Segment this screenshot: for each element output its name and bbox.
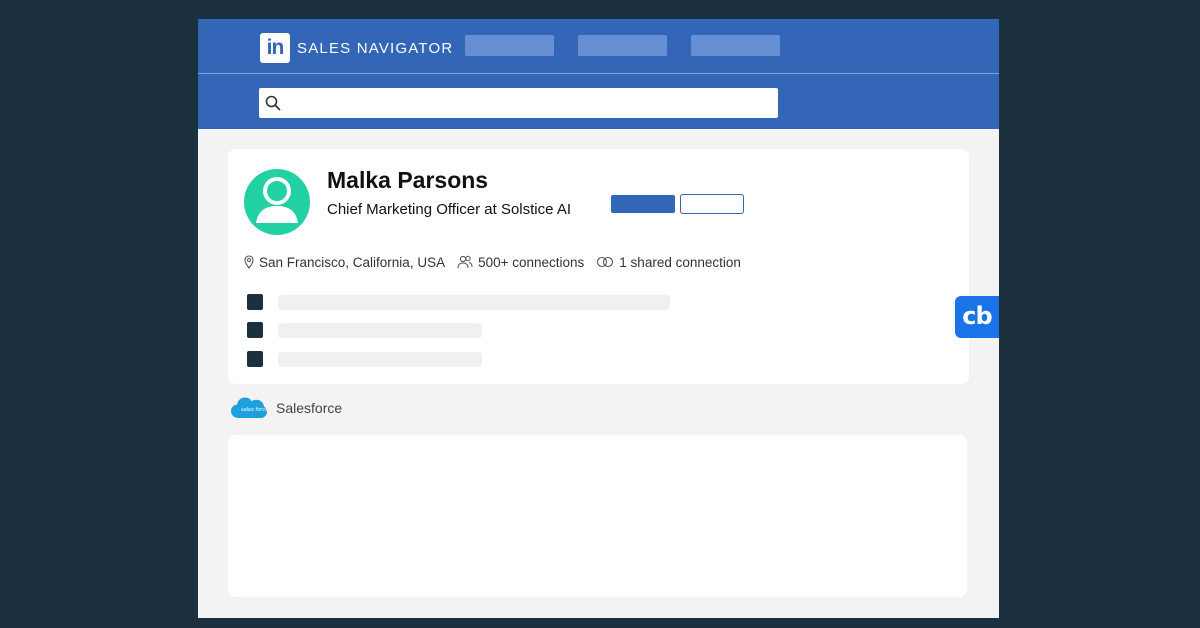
profile-name: Malka Parsons — [327, 167, 489, 193]
search-box[interactable] — [259, 88, 778, 118]
top-navigation-bar: in SALES NAVIGATOR — [198, 19, 999, 73]
list-bullet-icon — [247, 351, 263, 367]
people-icon — [457, 255, 473, 269]
shared-connection-meta: 1 shared connection — [596, 255, 741, 270]
svg-text:sales force: sales force — [241, 407, 268, 413]
profile-title: Chief Marketing Officer at Solstice AI — [327, 201, 571, 218]
primary-action-button[interactable] — [611, 195, 675, 213]
salesforce-integration[interactable]: sales force Salesforce — [230, 395, 342, 421]
skeleton-line — [278, 352, 482, 367]
nav-item-2[interactable] — [578, 35, 667, 56]
list-bullet-icon — [247, 322, 263, 338]
secondary-action-button[interactable] — [680, 194, 744, 214]
location-pin-icon — [244, 255, 254, 269]
location-text: San Francisco, California, USA — [259, 254, 446, 270]
content-panel — [228, 435, 967, 597]
salesforce-cloud-icon: sales force — [231, 397, 268, 418]
profile-card: Malka Parsons Chief Marketing Officer at… — [228, 149, 969, 384]
linkedin-logo[interactable]: in — [260, 33, 290, 63]
extension-badge-icon[interactable]: cb — [955, 296, 999, 338]
nav-item-3[interactable] — [691, 35, 780, 56]
skeleton-line — [278, 295, 670, 310]
nav-item-1[interactable] — [465, 35, 554, 56]
shared-connection-text[interactable]: 1 shared connection — [619, 255, 741, 270]
profile-meta: San Francisco, California, USA 500+ conn… — [244, 253, 753, 271]
person-avatar-icon[interactable] — [244, 169, 310, 235]
brand-title: SALES NAVIGATOR — [297, 40, 454, 57]
skeleton-line — [278, 323, 482, 338]
connections-text[interactable]: 500+ connections — [478, 255, 584, 270]
salesforce-label: Salesforce — [276, 400, 343, 416]
list-bullet-icon — [247, 294, 263, 310]
location-meta: San Francisco, California, USA — [244, 255, 445, 270]
search-icon — [265, 95, 281, 111]
connections-meta: 500+ connections — [457, 255, 584, 270]
sales-navigator-window: in SALES NAVIGATOR Malka Parsons Chief M… — [198, 19, 999, 618]
search-input[interactable] — [287, 88, 772, 118]
shared-connection-icon — [597, 256, 614, 268]
